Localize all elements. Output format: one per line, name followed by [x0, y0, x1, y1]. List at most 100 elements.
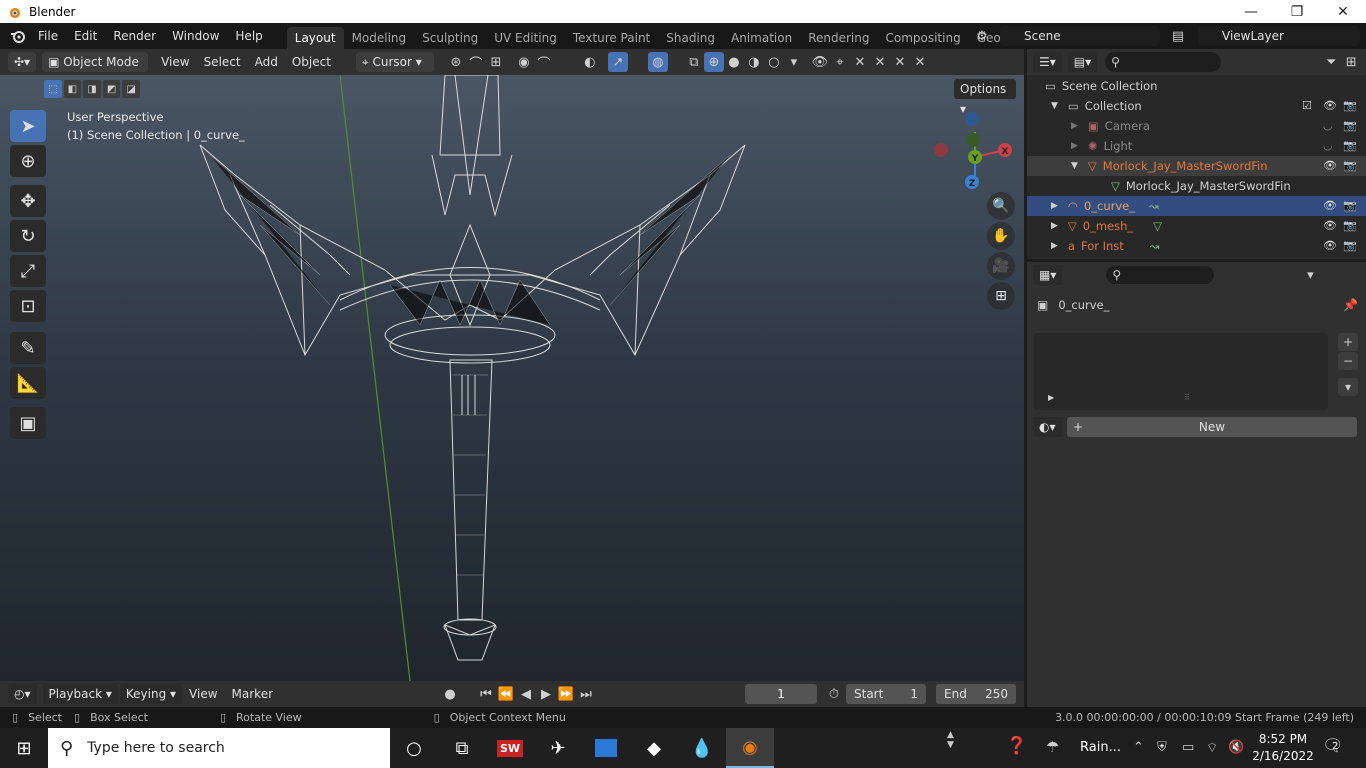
menu-keying[interactable]: Keying ▾	[119, 684, 183, 704]
windows-start-icon[interactable]: ⊞	[0, 728, 48, 768]
properties-search-input[interactable]: ⚲	[1106, 266, 1215, 284]
select-invert-icon[interactable]: ◩	[102, 80, 121, 98]
options-button[interactable]: Options ▾	[954, 79, 1016, 116]
outliner-row-for-inst[interactable]: ▶ a For Inst ↝ 👁 📷	[1027, 236, 1366, 256]
paint-app-icon[interactable]: 💧	[678, 728, 726, 768]
annotate-tool-icon[interactable]: ✎	[10, 332, 46, 364]
camera-render-icon[interactable]: 📷	[1343, 219, 1357, 232]
viewport-menu-select[interactable]: Select	[197, 52, 248, 72]
material-slot-list[interactable]: ▶ ⠿	[1034, 333, 1328, 410]
select-intersect-icon[interactable]: ◪	[122, 80, 140, 98]
display-mode-icon[interactable]: ▤▾	[1067, 52, 1098, 72]
rotate-tool-icon[interactable]: ↻	[10, 220, 46, 252]
viewport-menu-object[interactable]: Object	[285, 52, 338, 72]
extra-options-icon[interactable]: ✕	[910, 52, 930, 72]
outliner-row-camera[interactable]: ▶ ▣ Camera ◡ 📷	[1027, 116, 1366, 136]
weather-label[interactable]: Rain...	[1080, 740, 1121, 755]
camera-render-icon[interactable]: 📷	[1343, 159, 1357, 172]
task-view-icon[interactable]: ⧉	[438, 728, 486, 768]
clock-time[interactable]: 8:52 PM	[1252, 732, 1314, 746]
add-cube-tool-icon[interactable]: ▣	[10, 407, 46, 439]
hide-viewport-icon[interactable]: 👁	[810, 52, 830, 72]
app-icon[interactable]: ✈	[534, 728, 582, 768]
menu-playback[interactable]: Playback ▾	[42, 684, 118, 704]
select-new-icon[interactable]: ⬚	[44, 80, 62, 98]
expand-right-icon[interactable]: ▶	[1071, 141, 1078, 151]
select-extend-icon[interactable]: ◧	[63, 80, 82, 98]
blender-menu-icon[interactable]	[8, 26, 28, 46]
jump-end-icon[interactable]: ⏭	[576, 684, 596, 704]
viewport-menu-view[interactable]: View	[154, 52, 196, 72]
overlay-toggle-icon[interactable]: ◍	[647, 52, 668, 72]
tab-shading[interactable]: Shading	[658, 27, 723, 49]
pivot-point-icon[interactable]: ⊛	[446, 52, 466, 72]
menu-file[interactable]: File	[30, 25, 66, 47]
tab-layout[interactable]: Layout	[286, 27, 344, 49]
pin-icon[interactable]: 📌	[1343, 298, 1358, 312]
eye-icon[interactable]: 👁	[1323, 199, 1337, 212]
play-reverse-icon[interactable]: ◀	[516, 684, 536, 704]
tab-modeling[interactable]: Modeling	[344, 27, 415, 49]
camera-render-icon[interactable]: 📷	[1343, 99, 1357, 112]
timeline-menu-view[interactable]: View	[182, 684, 224, 704]
cube-app-icon[interactable]: ◆	[630, 728, 678, 768]
list-resize-handle[interactable]: ⠿	[1184, 393, 1190, 402]
cursor-tool-icon[interactable]: ⊕	[10, 145, 46, 177]
start-frame-field[interactable]: Start 1	[846, 684, 926, 704]
restrict-select-icon[interactable]: ⌖	[830, 52, 850, 72]
menu-render[interactable]: Render	[105, 25, 164, 47]
view-layer-field[interactable]: ViewLayer	[1198, 26, 1360, 46]
slot-menu-icon[interactable]: ▾	[1338, 378, 1358, 396]
jump-keyframe-forward-icon[interactable]: ⏩	[556, 684, 576, 704]
shading-options-icon[interactable]: ▾	[784, 52, 804, 72]
navigation-gizmo[interactable]: X Y Z	[930, 110, 1020, 190]
solidworks-icon[interactable]: SW	[486, 728, 534, 768]
move-tool-icon[interactable]: ✥	[10, 185, 46, 217]
grid-view-icon[interactable]: ⊞	[987, 282, 1015, 310]
expand-down-icon[interactable]: ▼	[1071, 161, 1078, 171]
eye-icon[interactable]: 👁	[1323, 239, 1337, 252]
security-icon[interactable]: ⛨	[1157, 740, 1167, 755]
mirror-x-icon[interactable]: ✕	[850, 52, 870, 72]
zoom-view-icon[interactable]: 🔍	[987, 192, 1015, 220]
checkbox-icon[interactable]: ☑	[1302, 99, 1312, 112]
eye-closed-icon[interactable]: ◡	[1323, 139, 1333, 152]
proportional-edit-icon[interactable]: ◉	[514, 52, 534, 72]
eye-icon[interactable]: 👁	[1323, 219, 1337, 232]
taskbar-scroll-icon[interactable]: ▲ ▼	[947, 730, 954, 750]
scale-tool-icon[interactable]: ⤢	[10, 255, 46, 287]
camera-render-icon[interactable]: 📷	[1343, 239, 1357, 252]
properties-options-icon[interactable]: ▾	[1300, 265, 1320, 285]
timeline-editor-icon[interactable]: ◴▾	[8, 684, 37, 704]
record-icon[interactable]: ●	[440, 684, 460, 704]
tab-compositing[interactable]: Compositing	[877, 27, 968, 49]
expand-right-icon[interactable]: ▶	[1051, 241, 1058, 251]
transform-tool-icon[interactable]: ⊡	[10, 290, 46, 322]
outliner-row-mastersword-mesh[interactable]: ▽ Morlock_Jay_MasterSwordFin	[1027, 176, 1366, 196]
material-shading-icon[interactable]: ◑	[744, 52, 764, 72]
umbrella-icon[interactable]: ☂	[1046, 738, 1059, 756]
list-expand-icon[interactable]: ▶	[1048, 393, 1054, 402]
expand-right-icon[interactable]: ▶	[1071, 121, 1078, 131]
minimize-button[interactable]: —	[1228, 0, 1274, 23]
filter-icon[interactable]: ⏷	[1321, 52, 1341, 72]
properties-editor-icon[interactable]: ▦▾	[1033, 265, 1063, 285]
snap-target-icon[interactable]: ⊞	[486, 52, 506, 72]
scene-selector-icon[interactable]: ⚙	[972, 26, 998, 46]
end-frame-field[interactable]: End 250	[936, 684, 1016, 704]
snap-icon[interactable]: ⌒	[466, 52, 486, 72]
outliner-row-scene-collection[interactable]: ▭ Scene Collection	[1027, 76, 1366, 96]
outliner-row-mesh[interactable]: ▶ ▽ 0_mesh_ ▽ 👁 📷	[1027, 216, 1366, 236]
camera-render-icon[interactable]: 📷	[1343, 199, 1357, 212]
eye-closed-icon[interactable]: ◡	[1323, 119, 1333, 132]
remove-slot-icon[interactable]: −	[1338, 352, 1358, 370]
help-icon[interactable]: ❓	[1006, 736, 1027, 756]
xray-icon[interactable]: ⧉	[684, 52, 704, 72]
camera-render-icon[interactable]: 📷	[1343, 139, 1357, 152]
tab-texture-paint[interactable]: Texture Paint	[565, 27, 658, 49]
outliner-row-curve[interactable]: ▶ ◠ 0_curve_ ↝ 👁 📷	[1027, 196, 1366, 216]
material-browse-icon[interactable]: ◐▾	[1033, 417, 1062, 437]
tab-sculpting[interactable]: Sculpting	[414, 27, 486, 49]
mode-select[interactable]: ▣ Object Mode ▾	[42, 52, 149, 89]
3d-viewport[interactable]: ⬚ ◧ ◨ ◩ ◪ ➤ ⊕ ✥ ↻ ⤢ ⊡ ✎ 📐 ▣ User Perspec…	[0, 75, 1024, 681]
